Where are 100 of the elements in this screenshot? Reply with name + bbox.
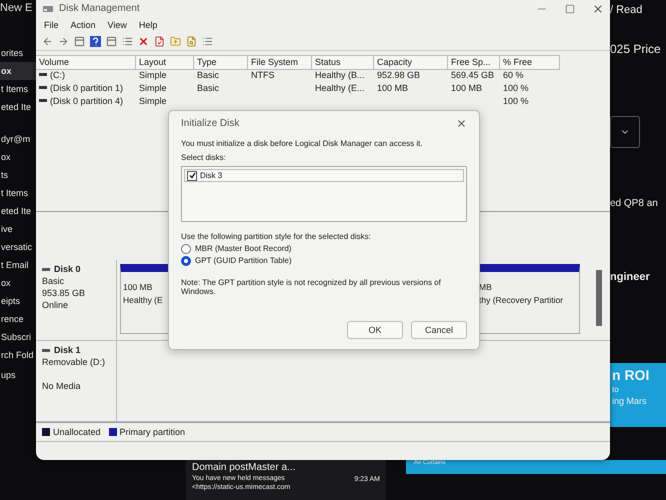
menu-item[interactable]: File xyxy=(44,20,59,30)
folder-item[interactable]: Subscri xyxy=(0,328,36,346)
cell-text: (C:) xyxy=(50,70,65,80)
menu-item[interactable]: Help xyxy=(138,20,158,30)
cell-text: Basic xyxy=(197,70,220,80)
folder-item[interactable]: ox xyxy=(0,274,36,292)
column-header[interactable]: Type xyxy=(194,55,248,70)
headline-text: 025 Price xyxy=(610,42,661,56)
cell-text: (Disk 0 partition 4) xyxy=(50,96,124,106)
cell-text: 100 MB xyxy=(377,82,408,93)
cell-text: NTFS xyxy=(251,70,274,80)
panel-icon[interactable] xyxy=(74,36,85,47)
menu-item[interactable]: View xyxy=(108,20,127,30)
folder-item[interactable]: ts xyxy=(0,166,36,184)
radio-button[interactable] xyxy=(181,256,191,266)
cell-text: Basic xyxy=(197,82,220,93)
folder-item[interactable]: ups xyxy=(0,366,36,384)
close-icon[interactable] xyxy=(592,2,604,15)
legend-label: Primary partition xyxy=(120,427,186,437)
volume-icon xyxy=(39,99,47,102)
delete-icon[interactable] xyxy=(138,36,149,47)
ad-text: to xyxy=(612,385,619,394)
cell-text: Simple xyxy=(139,70,167,80)
dialog-button[interactable]: OK xyxy=(347,321,403,339)
select-label: Select disks: xyxy=(181,152,227,162)
legend-label: Unallocated xyxy=(53,427,101,437)
help-icon[interactable] xyxy=(90,36,101,47)
folder-item[interactable]: orites xyxy=(0,44,36,62)
partition-status: Healthy (E xyxy=(123,295,164,305)
folder-item[interactable]: eted Ite xyxy=(0,98,36,116)
disk-name: Disk 0 xyxy=(54,264,81,274)
column-header[interactable]: Status xyxy=(312,55,374,70)
cell-text: 60 % xyxy=(503,70,524,80)
folder-item[interactable]: t Email xyxy=(0,256,36,274)
disk-info: Removable (D:) xyxy=(42,357,106,367)
folder-item[interactable]: dyr@m xyxy=(0,130,36,148)
ad-title: n ROI xyxy=(612,367,650,383)
close-icon[interactable] xyxy=(456,118,467,128)
ad-text: ing Mars xyxy=(612,396,647,406)
disk-info: 953.85 GB xyxy=(42,288,86,298)
cell-text: 100 % xyxy=(503,82,529,93)
menu-item[interactable]: Action xyxy=(70,20,96,30)
column-header[interactable]: Capacity xyxy=(374,55,448,70)
style-label: Use the following partition style for the selected disks: xyxy=(181,232,372,242)
cell-text: 569.45 GB xyxy=(451,70,494,80)
folder-item[interactable]: ive xyxy=(0,220,36,238)
scrollbar-thumb[interactable] xyxy=(596,270,602,326)
cell-text: Healthy (B... xyxy=(315,70,365,80)
cell-text: 100 MB xyxy=(451,82,482,93)
cell-text: Simple xyxy=(139,96,167,106)
tab-title[interactable]: New E xyxy=(0,2,36,14)
cell-text: 952.98 GB xyxy=(377,70,420,80)
dialog-button[interactable]: Cancel xyxy=(411,321,467,339)
radio-button[interactable] xyxy=(181,244,191,254)
cell-text: (Disk 0 partition 1) xyxy=(50,82,124,93)
dropdown-button[interactable] xyxy=(610,116,640,148)
back-icon[interactable] xyxy=(42,36,53,47)
cell-text: 100 % xyxy=(503,96,529,106)
folder-item[interactable]: ox xyxy=(0,148,36,166)
partition-size: 100 MB xyxy=(123,282,154,292)
maximize-icon[interactable] xyxy=(565,4,575,14)
volume-icon xyxy=(39,86,47,90)
note-text: Note: The GPT partition style is not recognized by all previous versions of Windows. xyxy=(181,278,442,297)
column-header[interactable]: File System xyxy=(248,55,312,70)
folder-item[interactable]: ox xyxy=(0,62,36,80)
cell-text: Simple xyxy=(139,82,167,93)
list-icon[interactable] xyxy=(122,36,133,47)
toolbar-text[interactable]: / Read xyxy=(610,4,642,16)
properties-icon[interactable] xyxy=(202,36,213,47)
disk-name: Disk 1 xyxy=(54,345,81,355)
panel-icon[interactable] xyxy=(106,36,117,47)
column-header[interactable]: % Free xyxy=(500,55,560,70)
disk-info: No Media xyxy=(42,381,82,391)
preview-text: ed QP8 an xyxy=(610,198,658,209)
radio-label[interactable]: MBR (Master Boot Record) xyxy=(195,244,292,254)
checkbox[interactable] xyxy=(187,170,197,181)
document-check-icon[interactable] xyxy=(154,36,165,47)
disk-info: Basic xyxy=(42,276,66,286)
disk-option[interactable]: Disk 3 xyxy=(200,171,222,180)
folder-item[interactable]: rch Fold xyxy=(0,346,36,364)
email-sender: Domain postMaster a... xyxy=(192,462,296,473)
folder-item[interactable]: t Items xyxy=(0,80,36,98)
dialog-title: Initialize Disk xyxy=(181,118,240,128)
volume-icon xyxy=(39,73,47,76)
cell-text: Healthy (E... xyxy=(315,82,365,93)
instruction-text: You must initialize a disk before Logical Disk Manager can access it. xyxy=(181,139,424,149)
file-search-icon[interactable] xyxy=(186,36,197,47)
column-header[interactable]: Volume xyxy=(36,55,136,70)
disk-info: Online xyxy=(42,300,70,310)
folder-item[interactable]: t Items xyxy=(0,184,36,202)
folder-item[interactable]: eted Ite xyxy=(0,202,36,220)
forward-icon[interactable] xyxy=(58,36,69,47)
folder-item[interactable]: eipts xyxy=(0,292,36,310)
folder-item[interactable]: rence xyxy=(0,310,36,328)
window-title: Disk Management xyxy=(59,3,141,14)
folder-item[interactable]: versatic xyxy=(0,238,36,256)
column-header[interactable]: Layout xyxy=(136,55,194,70)
column-header[interactable]: Free Sp... xyxy=(448,55,500,70)
radio-label[interactable]: GPT (GUID Partition Table) xyxy=(195,256,292,266)
preview-text: ngineer xyxy=(610,271,650,283)
